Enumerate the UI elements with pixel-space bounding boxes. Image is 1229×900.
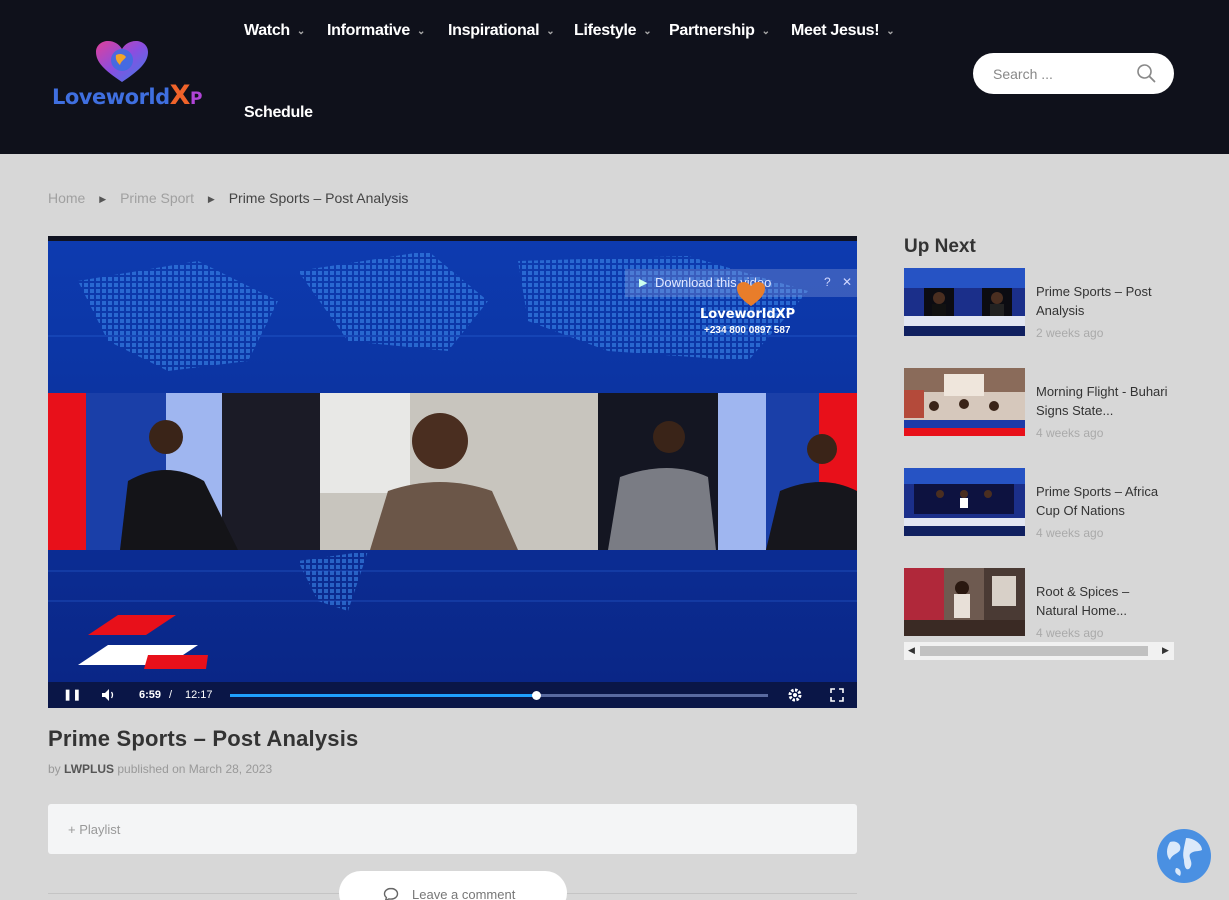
published-date: published on March 28, 2023 <box>117 762 273 776</box>
up-next-title[interactable]: Prime Sports – Post Analysis <box>1036 282 1174 320</box>
video-controls-bar: ❚❚ 6:59 / 12:17 <box>48 682 857 708</box>
watermark-phone: +234 800 0897 587 <box>704 325 791 336</box>
nav-item-lifestyle[interactable]: Lifestyle ⌄ <box>574 22 652 40</box>
current-time: 6:59 <box>139 689 162 701</box>
up-next-title[interactable]: Prime Sports – Africa Cup Of Nations <box>1036 482 1174 520</box>
pause-icon[interactable]: ❚❚ <box>63 688 81 701</box>
chevron-down-icon: ⌄ <box>416 26 426 37</box>
channel-watermark: LoveworldXP +234 800 0897 587 <box>700 281 810 341</box>
chevron-down-icon: ⌄ <box>643 26 652 37</box>
search-box <box>973 53 1174 94</box>
video-thumbnail[interactable] <box>904 468 1025 536</box>
play-triangle-icon: ▶ <box>639 277 648 289</box>
breadcrumb-home-link[interactable]: Home <box>48 190 85 206</box>
up-next-date: 2 weeks ago <box>1036 326 1104 340</box>
video-meta: by LWPLUS published on March 28, 2023 <box>48 762 272 776</box>
chevron-down-icon: ⌄ <box>296 26 306 37</box>
nav-item-inspirational[interactable]: Inspirational ⌄ <box>448 22 555 40</box>
breadcrumb-current: Prime Sports – Post Analysis <box>228 190 409 206</box>
video-thumbnail[interactable] <box>904 568 1025 636</box>
up-next-title[interactable]: Morning Flight - Buhari Signs State... <box>1036 382 1174 420</box>
scrollbar-thumb[interactable] <box>920 646 1148 656</box>
language-globe-icon[interactable] <box>1156 828 1212 884</box>
breadcrumb-category-link[interactable]: Prime Sport <box>120 190 194 206</box>
watermark-heart-icon <box>737 282 765 306</box>
time-separator: / <box>169 689 173 701</box>
watermark-text: LoveworldXP <box>700 307 796 322</box>
settings-gear-icon[interactable] <box>787 687 803 703</box>
up-next-item[interactable]: Morning Flight - Buhari Signs State... 4… <box>904 368 1174 458</box>
nav-item-watch[interactable]: Watch ⌄ <box>244 22 305 40</box>
video-player[interactable]: ▶ Download this video ? ✕ LoveworldXP +2… <box>48 236 857 708</box>
up-next-title[interactable]: Root & Spices – Natural Home... <box>1036 582 1174 620</box>
nav-item-informative[interactable]: Informative ⌄ <box>327 22 425 40</box>
up-next-scrollbar[interactable]: ◀ ▶ <box>904 642 1174 660</box>
leave-comment-label: Leave a comment <box>412 887 516 900</box>
scroll-left-arrow-icon[interactable]: ◀ <box>908 645 915 656</box>
add-to-playlist-button[interactable]: + Playlist <box>68 822 120 837</box>
breadcrumb-separator-icon: ▶ <box>207 194 215 204</box>
search-input[interactable] <box>993 63 1133 84</box>
comment-bubble-icon <box>383 887 399 900</box>
breadcrumb-separator-icon: ▶ <box>99 194 107 204</box>
seek-handle[interactable] <box>532 691 542 700</box>
up-next-item[interactable]: Prime Sports – Post Analysis 2 weeks ago <box>904 268 1174 358</box>
site-header: LoveworldXP Watch ⌄ Informative ⌄ Inspirat… <box>0 0 1229 154</box>
chevron-down-icon: ⌄ <box>546 26 555 37</box>
seek-bar-progress <box>230 694 537 697</box>
breadcrumb: Home ▶ Prime Sport ▶ Prime Sports – Post… <box>48 190 408 206</box>
video-thumbnail[interactable] <box>904 268 1025 336</box>
up-next-heading: Up Next <box>904 236 976 257</box>
chevron-down-icon: ⌄ <box>886 26 895 37</box>
up-next-date: 4 weeks ago <box>1036 626 1104 640</box>
logo-wordmark: LoveworldXP <box>52 80 202 111</box>
video-title: Prime Sports – Post Analysis <box>48 726 359 751</box>
heart-globe-logo-icon <box>96 41 148 82</box>
up-next-date: 4 weeks ago <box>1036 426 1104 440</box>
up-next-item[interactable]: Root & Spices – Natural Home... 4 weeks … <box>904 568 1174 640</box>
fullscreen-icon[interactable] <box>830 688 844 702</box>
search-icon[interactable] <box>1136 63 1156 83</box>
video-duration: 12:17 <box>185 689 213 701</box>
leave-comment-button[interactable]: Leave a comment <box>339 871 567 900</box>
seek-bar[interactable] <box>230 691 768 700</box>
close-icon[interactable]: ✕ <box>842 275 852 289</box>
video-thumbnail[interactable] <box>904 368 1025 436</box>
help-icon[interactable]: ? <box>824 275 831 289</box>
nav-item-schedule[interactable]: Schedule <box>244 104 313 122</box>
playlist-panel: + Playlist <box>48 804 857 854</box>
author-link[interactable]: LWPLUS <box>64 762 114 776</box>
nav-item-meet-jesus[interactable]: Meet Jesus! ⌄ <box>791 22 895 40</box>
site-logo[interactable]: LoveworldXP <box>48 40 208 116</box>
up-next-item[interactable]: Prime Sports – Africa Cup Of Nations 4 w… <box>904 468 1174 558</box>
up-next-date: 4 weeks ago <box>1036 526 1104 540</box>
scroll-right-arrow-icon[interactable]: ▶ <box>1162 645 1169 656</box>
chevron-down-icon: ⌄ <box>761 26 770 37</box>
nav-item-partnership[interactable]: Partnership ⌄ <box>669 22 770 40</box>
volume-icon[interactable] <box>101 688 117 702</box>
by-label: by <box>48 762 61 776</box>
up-next-list: Prime Sports – Post Analysis 2 weeks ago… <box>904 268 1174 640</box>
